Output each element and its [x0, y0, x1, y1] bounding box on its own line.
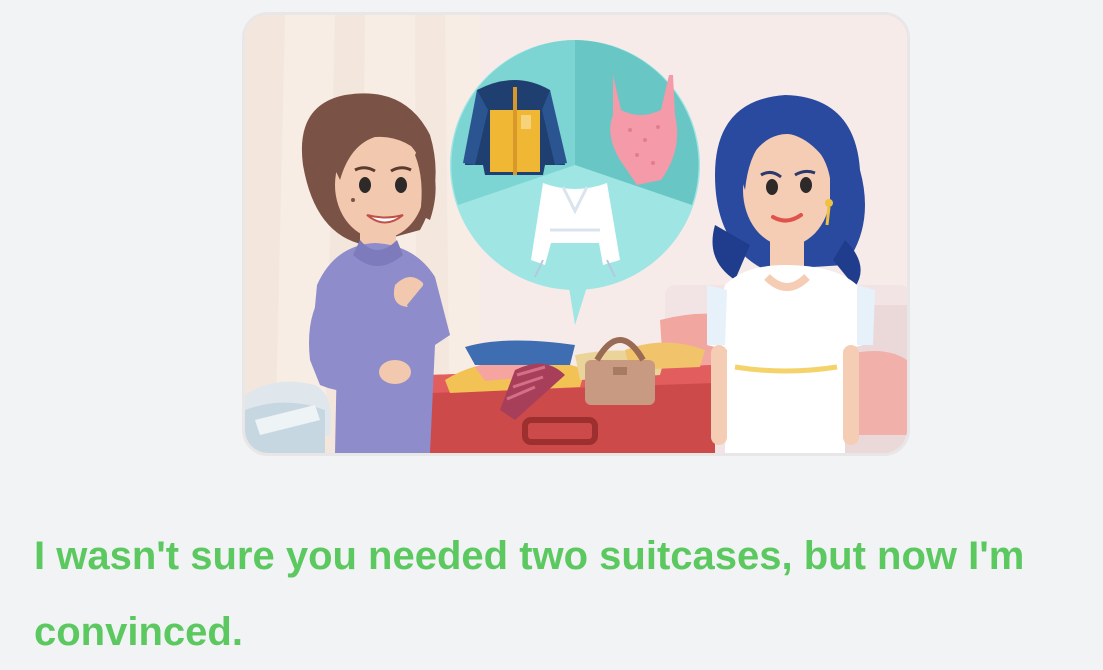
woman-in-white-dress: [707, 95, 875, 453]
flashcard-page: I wasn't sure you needed two suitcases, …: [0, 0, 1103, 670]
illustration-card: [242, 12, 910, 456]
packing-illustration: [245, 15, 907, 453]
lesson-sentence: I wasn't sure you needed two suitcases, …: [34, 534, 1025, 654]
